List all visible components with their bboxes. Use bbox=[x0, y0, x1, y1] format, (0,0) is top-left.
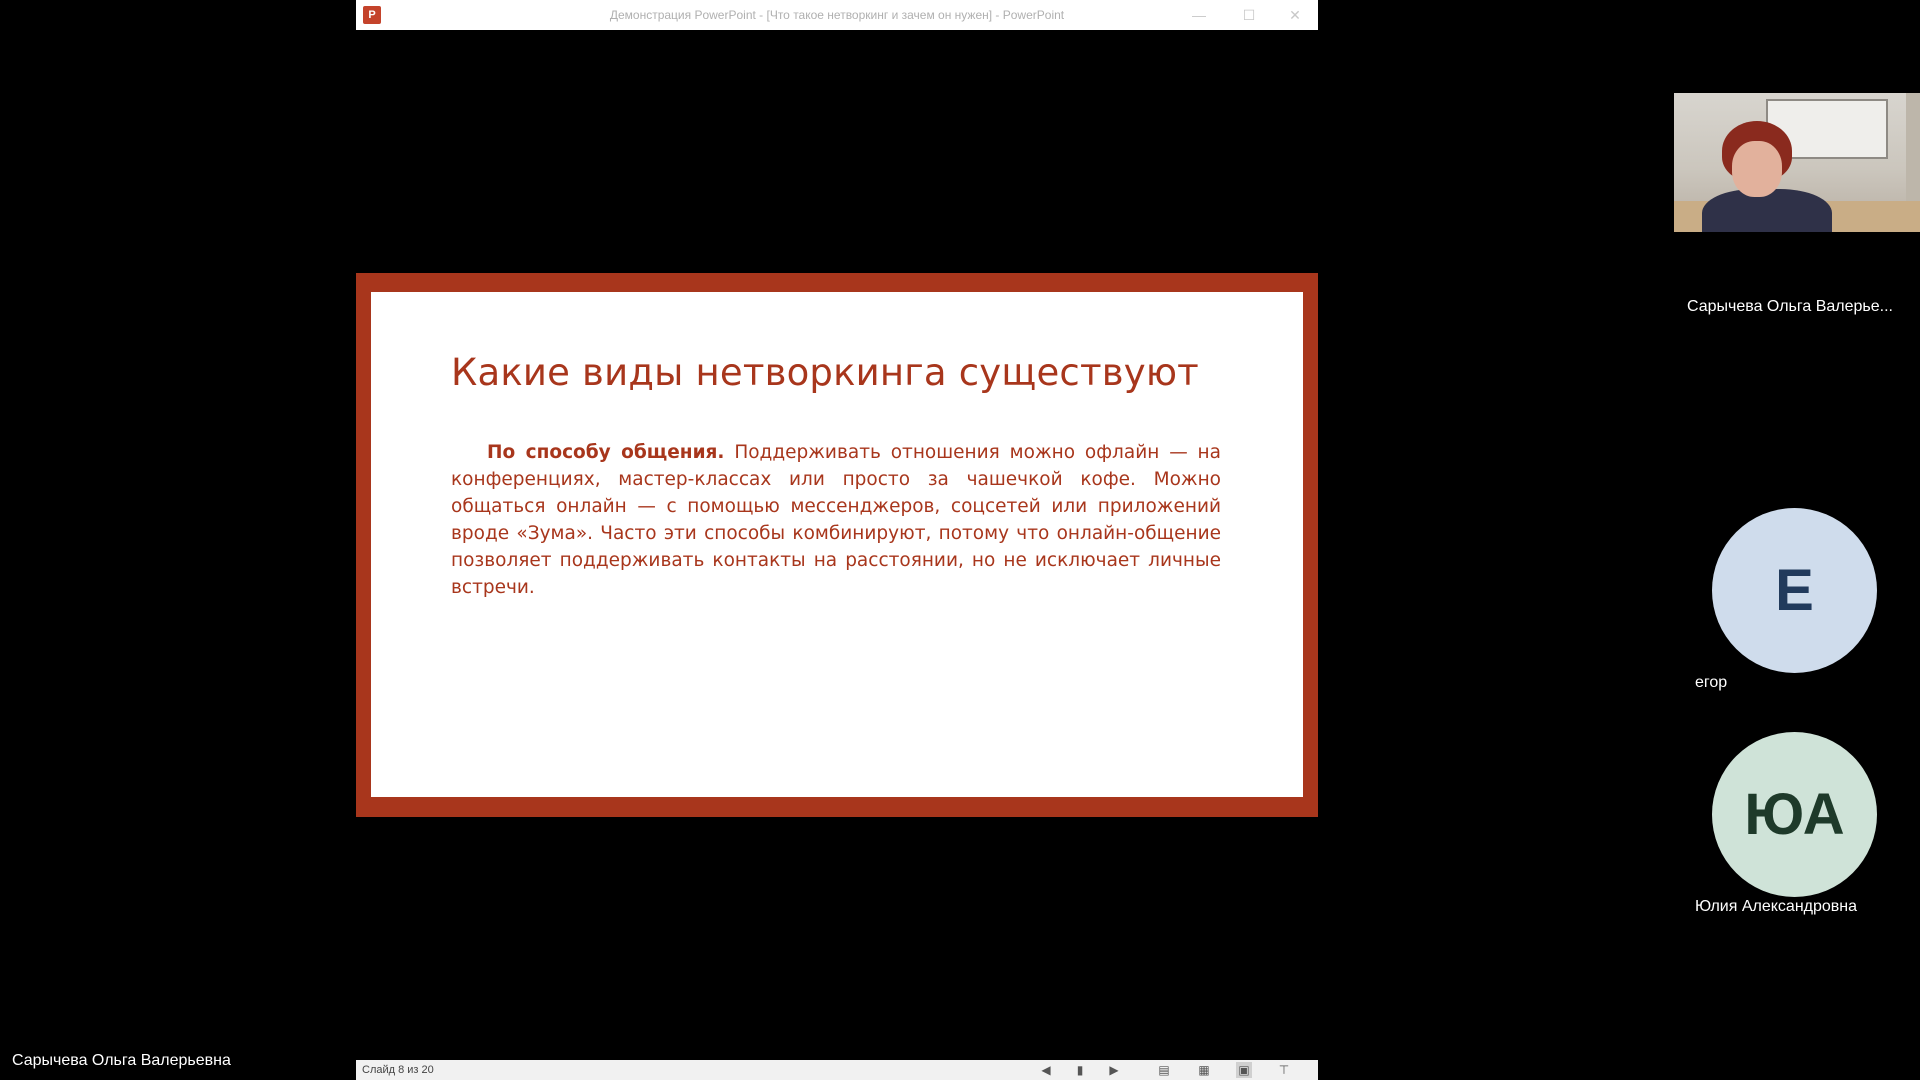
title-bar: P Демонстрация PowerPoint - [Что такое н… bbox=[356, 0, 1318, 30]
notes-icon[interactable]: ▮ bbox=[1072, 1062, 1088, 1078]
participant-video-tile[interactable] bbox=[1674, 93, 1920, 232]
presenter-name-label: Сарычева Ольга Валерьевна bbox=[12, 1052, 231, 1069]
next-slide-icon[interactable]: ▶ bbox=[1106, 1062, 1122, 1078]
slide[interactable]: Какие виды нетворкинга существуют По спо… bbox=[356, 273, 1318, 817]
powerpoint-app-icon: P bbox=[363, 6, 381, 24]
normal-view-icon[interactable]: ▤ bbox=[1156, 1062, 1172, 1078]
slide-sorter-icon[interactable]: ▦ bbox=[1196, 1062, 1212, 1078]
participant-name: егор bbox=[1695, 674, 1728, 691]
close-button[interactable]: ✕ bbox=[1272, 0, 1318, 30]
minimize-button[interactable]: — bbox=[1176, 0, 1222, 30]
powerpoint-window: P Демонстрация PowerPoint - [Что такое н… bbox=[356, 0, 1318, 1080]
reading-view-icon[interactable]: ▣ bbox=[1236, 1062, 1252, 1078]
slide-body-paragraph: Поддерживать отношения можно офлайн — на… bbox=[451, 442, 1221, 598]
maximize-button[interactable]: ☐ bbox=[1226, 0, 1272, 30]
participant-avatar[interactable]: Е bbox=[1712, 508, 1877, 673]
window-title: Демонстрация PowerPoint - [Что такое нет… bbox=[609, 8, 1065, 22]
slide-heading: Какие виды нетворкинга существуют bbox=[451, 351, 1199, 394]
previous-slide-icon[interactable]: ◀ bbox=[1038, 1062, 1054, 1078]
slide-body-bold-lead: По способу общения. bbox=[487, 442, 725, 463]
slide-counter: Слайд 8 из 20 bbox=[362, 1064, 434, 1076]
participant-name: Юлия Александровна bbox=[1695, 898, 1858, 915]
slideshow-icon[interactable]: ⊤ bbox=[1276, 1062, 1292, 1078]
status-bar: Слайд 8 из 20 ◀ ▮ ▶ ▤ ▦ ▣ ⊤ bbox=[356, 1060, 1318, 1080]
slide-body-text: По способу общения. Поддерживать отношен… bbox=[451, 439, 1221, 601]
participant-avatar[interactable]: ЮА bbox=[1712, 732, 1877, 897]
participant-name: Сарычева Ольга Валерье... bbox=[1687, 298, 1893, 315]
slide-content-area: Какие виды нетворкинга существуют По спо… bbox=[371, 292, 1303, 797]
video-person-face bbox=[1732, 141, 1782, 197]
